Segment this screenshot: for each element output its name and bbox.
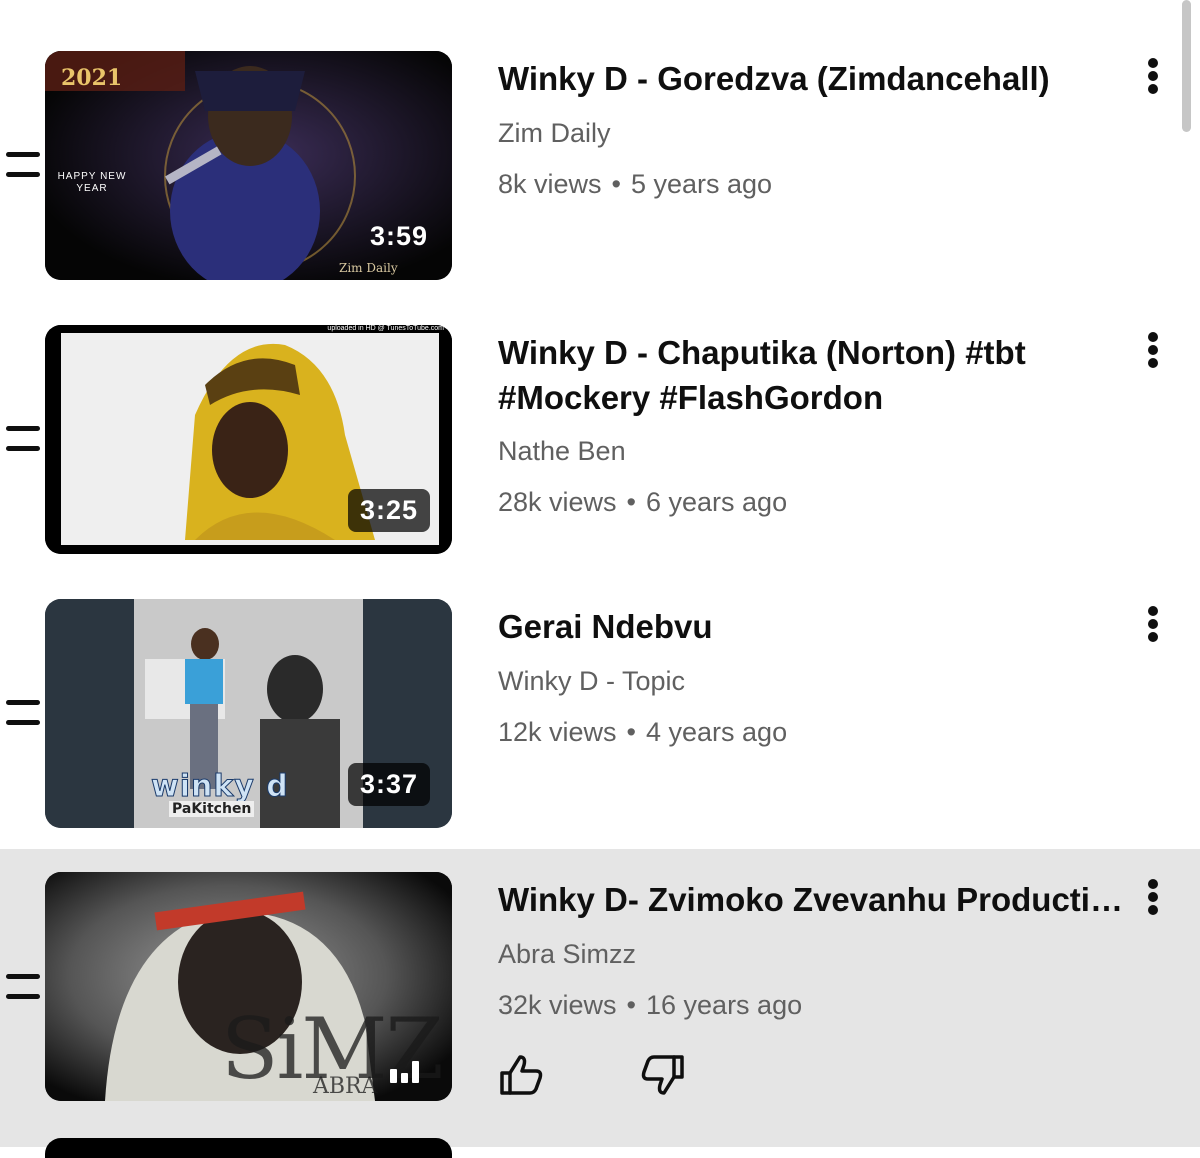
thumbnail-greeting-line: YEAR [76,183,108,194]
upload-age: 6 years ago [646,487,788,517]
video-thumbnail[interactable] [45,1138,452,1158]
playlist-item[interactable]: uploaded in HD @ TunesToTube.com 3:25 Wi… [0,296,1200,570]
upload-age: 16 years ago [646,990,803,1020]
more-options-icon[interactable] [1140,604,1166,644]
thumbs-down-icon[interactable] [638,1051,686,1099]
video-duration: 3:25 [347,489,430,532]
drag-handle-icon[interactable] [6,424,40,454]
video-meta: 12k views • 4 years ago [498,717,787,748]
playlist-item-active[interactable]: SiMZ ABRA Winky D- Zvimoko Zvevanhu Prod… [0,849,1200,1147]
video-thumbnail[interactable]: uploaded in HD @ TunesToTube.com 3:25 [45,325,452,554]
drag-handle-icon[interactable] [6,972,40,1002]
video-duration: 3:37 [347,763,430,806]
playlist-item[interactable]: winky d PaKitchen 3:37 Gerai Ndebvu Wink… [0,570,1200,844]
video-title[interactable]: Gerai Ndebvu [498,604,1123,649]
thumbnail-greeting-text: HAPPY NEW YEAR [57,171,127,195]
view-count: 28k views [498,487,617,517]
thumbnail-watermark: uploaded in HD @ TunesToTube.com [327,325,444,332]
drag-handle-icon[interactable] [6,150,40,180]
video-title[interactable]: Winky D - Goredzva (Zimdancehall) [498,56,1123,101]
channel-name[interactable]: Nathe Ben [498,436,626,467]
more-options-icon[interactable] [1140,56,1166,96]
separator-dot: • [611,169,621,199]
video-thumbnail[interactable]: SiMZ ABRA [45,872,452,1101]
channel-name[interactable]: Winky D - Topic [498,666,685,697]
view-count: 12k views [498,717,617,747]
thumbnail-year-text: 2021 [61,65,123,91]
thumbnail-watermark: Zim Daily [339,261,398,275]
video-meta: 8k views • 5 years ago [498,169,772,200]
upload-age: 4 years ago [646,717,788,747]
video-thumbnail[interactable]: winky d PaKitchen 3:37 [45,599,452,828]
view-count: 8k views [498,169,602,199]
thumbnail-greeting-line: HAPPY NEW [57,171,127,182]
thumbnail-subtitle-text: PaKitchen [169,801,255,817]
video-duration: 3:59 [369,221,428,251]
video-thumbnail[interactable]: 2021 HAPPY NEW YEAR Zim Daily 3:59 [45,51,452,280]
video-title[interactable]: Winky D- Zvimoko Zvevanhu Productions [498,877,1123,922]
separator-dot: • [626,717,636,747]
equalizer-icon [390,1059,426,1083]
video-meta: 28k views • 6 years ago [498,487,787,518]
thumbnail-logo-text: winky d [151,769,289,805]
view-count: 32k views [498,990,617,1020]
thumbs-up-icon[interactable] [498,1051,546,1099]
video-title[interactable]: Winky D - Chaputika (Norton) #tbt #Mocke… [498,330,1128,420]
video-meta: 32k views • 16 years ago [498,990,802,1021]
more-options-icon[interactable] [1140,877,1166,917]
channel-name[interactable]: Zim Daily [498,118,611,149]
playlist-item[interactable]: 2021 HAPPY NEW YEAR Zim Daily 3:59 Winky… [0,22,1200,296]
drag-handle-icon[interactable] [6,698,40,728]
channel-name[interactable]: Abra Simzz [498,939,636,970]
separator-dot: • [626,487,636,517]
more-options-icon[interactable] [1140,330,1166,370]
separator-dot: • [626,990,636,1020]
thumbnail-logo-text: ABRA [313,1074,378,1099]
upload-age: 5 years ago [630,169,773,199]
